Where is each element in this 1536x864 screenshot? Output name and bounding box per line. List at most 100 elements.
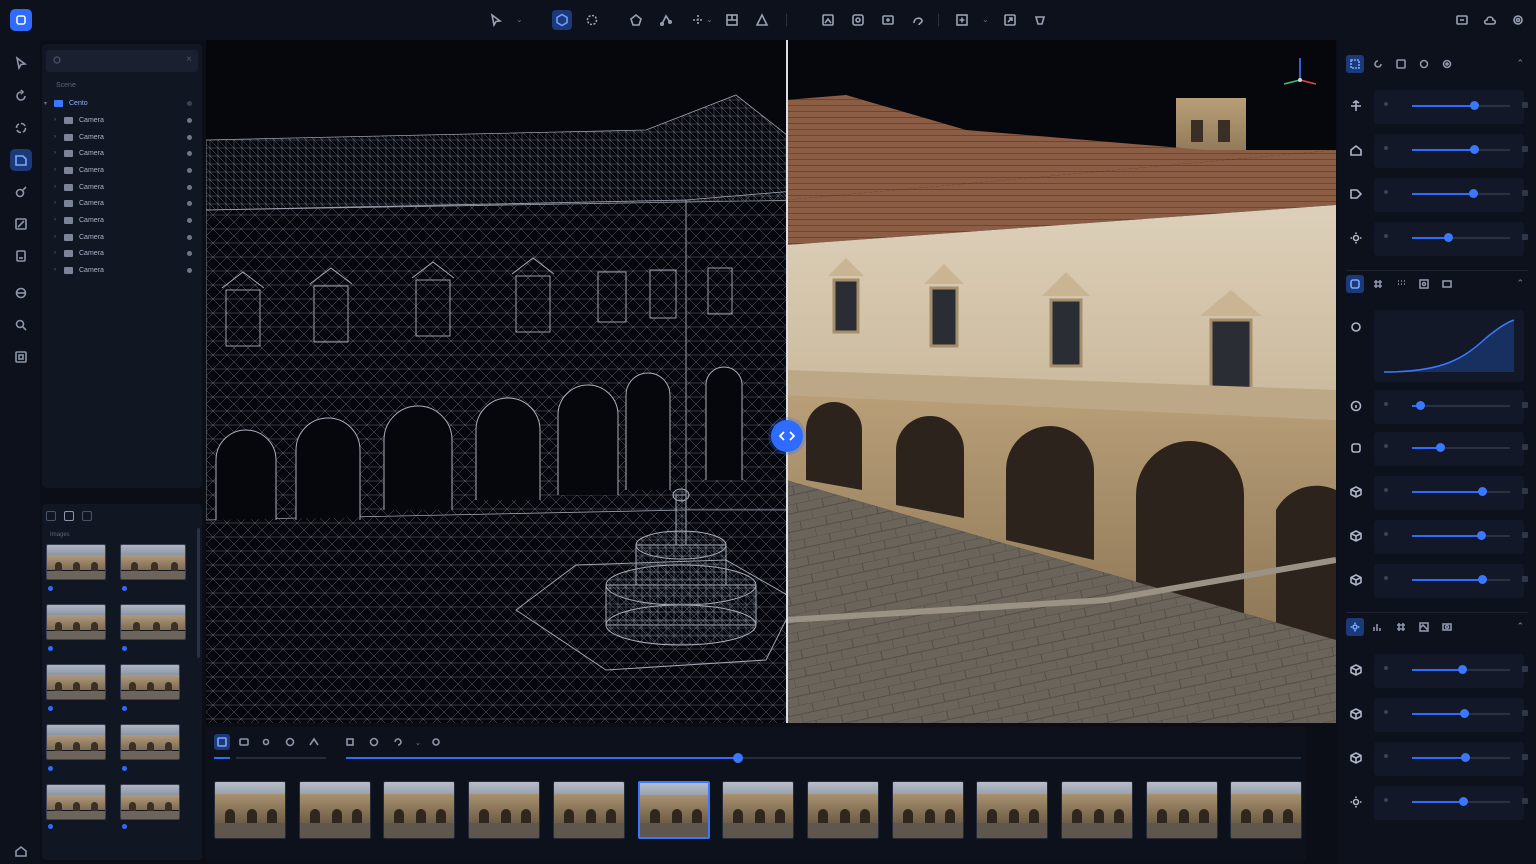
timeline-keyframe-icon[interactable] (342, 734, 358, 750)
visibility-icon[interactable] (187, 117, 192, 123)
media-tab-list-icon[interactable] (46, 511, 56, 521)
light-tab-icon[interactable] (1346, 618, 1364, 636)
rail-edit-icon[interactable] (10, 213, 32, 235)
visibility-icon[interactable] (187, 134, 192, 140)
expand-caret-icon[interactable]: › (54, 267, 64, 273)
timeline-camera-icon[interactable] (236, 734, 252, 750)
image-thumbnail[interactable] (46, 544, 106, 580)
grid-tab-icon[interactable] (1392, 618, 1410, 636)
image-thumbnail[interactable] (120, 664, 180, 700)
slider-track[interactable] (1412, 145, 1510, 154)
render-icon[interactable] (1030, 10, 1050, 30)
3d-viewport[interactable] (206, 40, 1336, 723)
cloud-icon[interactable] (1480, 10, 1500, 30)
visibility-icon[interactable] (187, 100, 192, 106)
timeline-frame-thumbnail[interactable] (383, 781, 456, 839)
tree-item-camera[interactable]: › Camera (54, 230, 198, 244)
timeline-frame-thumbnail[interactable] (976, 781, 1049, 839)
image-thumbnail[interactable] (46, 604, 106, 640)
transform-tab-icon[interactable] (1346, 55, 1364, 73)
slider-track[interactable] (1412, 709, 1510, 718)
slider-knob[interactable] (1477, 487, 1487, 496)
visibility-icon[interactable] (187, 217, 192, 223)
timeline-dropdown-icon[interactable]: ⌄ (410, 734, 426, 750)
add-object-icon[interactable] (952, 10, 972, 30)
tree-item-camera[interactable]: › Camera (54, 196, 198, 210)
timeline-scrubber[interactable] (346, 753, 1301, 763)
tree-item-camera[interactable]: › Camera (54, 130, 198, 144)
add-dropdown-icon[interactable]: ⌄ (982, 14, 990, 26)
select-tool-icon[interactable] (486, 10, 506, 30)
expand-caret-icon[interactable]: › (54, 184, 64, 190)
measure-tool-icon[interactable] (752, 10, 772, 30)
timeline-play-icon[interactable] (366, 734, 382, 750)
rail-refresh-icon[interactable] (10, 117, 32, 139)
timeline-frame-thumbnail[interactable] (1061, 781, 1133, 839)
transform-dropdown-icon[interactable]: ⌄ (706, 14, 714, 26)
rail-search-icon[interactable] (10, 314, 32, 336)
timeline-frame-thumbnail[interactable] (298, 781, 371, 839)
timeline-sun-icon[interactable] (258, 734, 274, 750)
tree-item-camera[interactable]: › Camera (54, 163, 198, 177)
grid-tab-icon[interactable] (1369, 275, 1387, 293)
rotate-tab-icon[interactable] (1369, 55, 1387, 73)
tree-item-camera[interactable]: › Camera (54, 180, 198, 194)
snap-tab-icon[interactable] (1438, 55, 1456, 73)
rail-brush-icon[interactable] (10, 181, 32, 203)
image-tab-icon[interactable] (1438, 275, 1456, 293)
vertex-tool-icon[interactable] (656, 10, 676, 30)
visibility-icon[interactable] (187, 267, 192, 273)
slider-knob[interactable] (1477, 575, 1487, 584)
tree-item-camera[interactable]: › Camera (54, 213, 198, 227)
settings-gear-icon[interactable] (1508, 10, 1528, 30)
lasso-tool-icon[interactable] (582, 10, 602, 30)
image-thumbnail[interactable] (120, 784, 180, 820)
visibility-icon[interactable] (187, 200, 192, 206)
image-thumbnail[interactable] (46, 664, 106, 700)
transform-tool-icon[interactable] (688, 10, 708, 30)
visibility-icon[interactable] (187, 184, 192, 190)
app-logo-icon[interactable] (10, 9, 32, 31)
slider-track[interactable] (1412, 189, 1510, 198)
timeline-frames-icon[interactable] (214, 734, 230, 750)
timeline-frame-thumbnail[interactable] (1145, 781, 1218, 839)
timeline-frame-thumbnail[interactable] (214, 781, 286, 839)
timeline-frame-thumbnail[interactable] (1230, 781, 1303, 839)
visibility-icon[interactable] (187, 167, 192, 173)
media-scrollbar[interactable] (197, 528, 200, 658)
expand-caret-icon[interactable]: › (54, 117, 64, 123)
slider-knob[interactable] (1458, 797, 1468, 806)
orbit-tool-icon[interactable] (552, 10, 572, 30)
timeline-loop-icon[interactable] (390, 734, 406, 750)
rail-rotate-icon[interactable] (10, 85, 32, 107)
expand-caret-icon[interactable]: › (54, 167, 64, 173)
rail-document-icon[interactable] (10, 245, 32, 267)
tree-item-camera[interactable]: › Camera (54, 263, 198, 277)
tone-curve[interactable] (1374, 310, 1524, 382)
rail-home-icon[interactable] (10, 840, 32, 862)
scale-tab-icon[interactable] (1392, 55, 1410, 73)
slider-knob[interactable] (1459, 709, 1469, 718)
tree-item-camera[interactable]: › Camera (54, 113, 198, 127)
axis-gizmo-icon[interactable] (1280, 54, 1320, 90)
visibility-icon[interactable] (187, 234, 192, 240)
slider-track[interactable] (1412, 443, 1510, 452)
rail-select-icon[interactable] (10, 149, 32, 171)
rail-cursor-icon[interactable] (10, 52, 32, 74)
paint-tool-icon[interactable] (848, 10, 868, 30)
share-icon[interactable] (1452, 10, 1472, 30)
visibility-icon[interactable] (187, 250, 192, 256)
slider-knob[interactable] (1460, 753, 1470, 762)
slider-track[interactable] (1412, 753, 1510, 762)
slider-track[interactable] (1412, 665, 1510, 674)
histogram-tab-icon[interactable] (1369, 618, 1387, 636)
slider-track[interactable] (1412, 401, 1510, 410)
grid-tool-icon[interactable] (722, 10, 742, 30)
image-thumbnail[interactable] (120, 544, 186, 580)
collapse-chevron-icon[interactable]: ⌃ (1516, 278, 1524, 289)
camera-frame-icon[interactable] (878, 10, 898, 30)
image-thumbnail[interactable] (120, 724, 180, 760)
slider-track[interactable] (1412, 233, 1510, 242)
slider-track[interactable] (1412, 575, 1510, 584)
slider-track[interactable] (1412, 487, 1510, 496)
